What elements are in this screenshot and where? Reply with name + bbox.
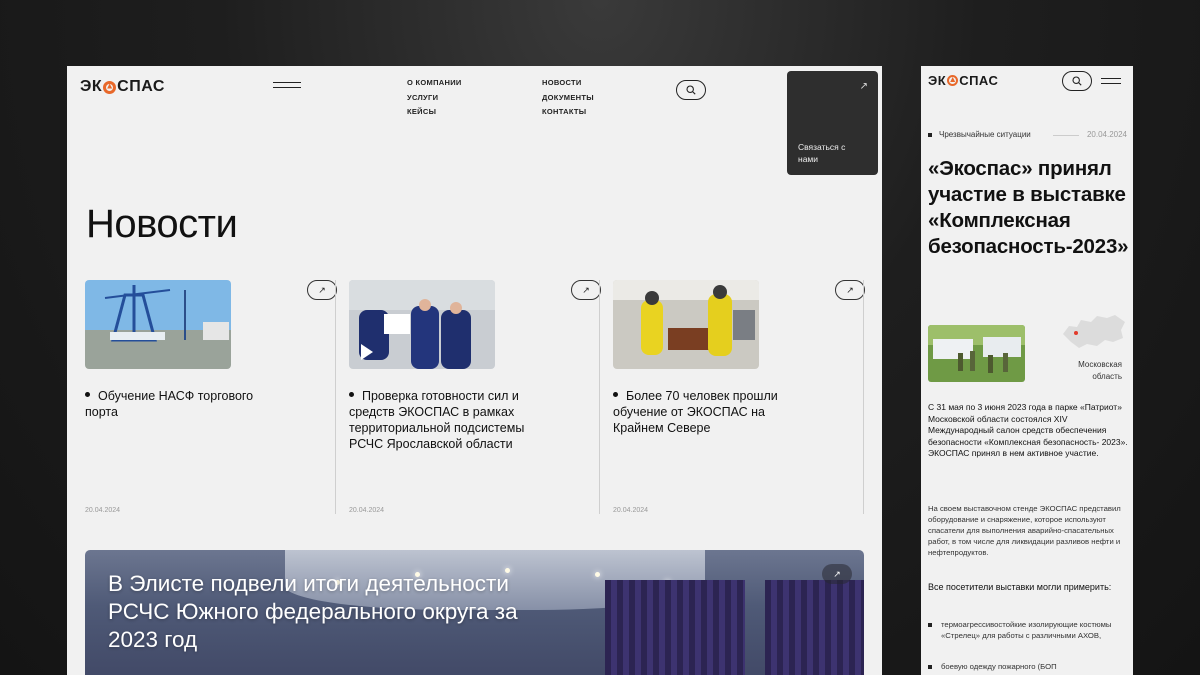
- arrow-up-right-icon: ↗: [859, 81, 868, 92]
- open-news-button[interactable]: ↗: [835, 280, 865, 300]
- open-news-button[interactable]: ↗: [307, 280, 337, 300]
- nav-column-2: НОВОСТИ ДОКУМЕНТЫ КОНТАКТЫ: [542, 76, 594, 120]
- open-featured-news-button[interactable]: ↗: [822, 564, 852, 584]
- nav-link-company[interactable]: О КОМПАНИИ: [407, 76, 462, 91]
- news-card-date: 20.04.2024: [85, 507, 121, 514]
- russia-map-icon: [1061, 312, 1127, 352]
- logo-text-prefix: ЭК: [928, 73, 947, 88]
- bullet-icon: [349, 392, 354, 398]
- nav-link-contacts[interactable]: КОНТАКТЫ: [542, 105, 594, 120]
- news-date: 20.04.2024: [1086, 130, 1127, 139]
- contact-us-label: Связаться с нами: [798, 142, 846, 164]
- news-card-title[interactable]: Проверка готовности сил и средств ЭКОСПА…: [349, 388, 539, 452]
- bullet-icon: [85, 392, 90, 398]
- logo-text-prefix: ЭК: [80, 78, 103, 95]
- card-divider: [863, 280, 864, 514]
- bullet-icon: [613, 392, 618, 398]
- contact-us-button[interactable]: ↗ Связаться с нами: [787, 71, 878, 175]
- news-card-image[interactable]: [85, 280, 231, 369]
- logo[interactable]: ЭК СПАС: [80, 78, 165, 96]
- page-title: Новости: [86, 202, 238, 246]
- nav-link-news[interactable]: НОВОСТИ: [542, 76, 594, 91]
- arrow-up-right-icon: ↗: [833, 568, 841, 579]
- logo-mark-icon: [103, 80, 117, 94]
- news-card-image[interactable]: [349, 280, 495, 369]
- menu-burger-icon[interactable]: [1101, 76, 1121, 86]
- featured-news-title[interactable]: В Элисте подвели итоги деятельности РСЧС…: [108, 570, 568, 654]
- search-button[interactable]: [676, 80, 706, 100]
- news-card-date: 20.04.2024: [349, 507, 385, 514]
- article-lead: С 31 мая по 3 июня 2023 года в парке «Па…: [928, 402, 1128, 459]
- search-icon: [686, 85, 696, 95]
- logo-mark-icon: [947, 75, 959, 86]
- nav-column-1: О КОМПАНИИ УСЛУГИ КЕЙСЫ: [407, 76, 462, 120]
- card-divider: [599, 280, 600, 514]
- news-card-date: 20.04.2024: [613, 507, 649, 514]
- nav-link-cases[interactable]: КЕЙСЫ: [407, 105, 462, 120]
- logo-text-suffix: СПАС: [959, 73, 999, 88]
- list-item: термоагрессивостойкие изолирующие костюм…: [928, 619, 1128, 641]
- card-divider: [335, 280, 336, 514]
- featured-news-banner[interactable]: В Элисте подвели итоги деятельности РСЧС…: [85, 550, 864, 675]
- logo[interactable]: ЭК СПАС: [928, 73, 998, 88]
- search-icon: [1072, 76, 1082, 86]
- news-card-image[interactable]: [613, 280, 759, 369]
- desktop-page: ЭК СПАС О КОМПАНИИ УСЛУГИ КЕЙСЫ НОВОСТИ Д…: [67, 66, 882, 675]
- mobile-page: ЭК СПАС Чрезвычайные ситуации 20.04.2024 …: [921, 66, 1133, 675]
- logo-text-suffix: СПАС: [117, 78, 165, 95]
- news-card-title[interactable]: Обучение НАСФ торгового порта: [85, 388, 275, 420]
- region-label: Московская область: [1078, 360, 1122, 381]
- article-paragraph: На своем выставочном стенде ЭКОСПАС пред…: [928, 504, 1121, 557]
- article-subheading: Все посетители выставки могли примерить:: [928, 582, 1112, 592]
- menu-burger-icon[interactable]: [273, 80, 301, 90]
- category-divider: [1053, 135, 1079, 136]
- search-button[interactable]: [1062, 71, 1092, 91]
- arrow-up-right-icon: ↗: [846, 284, 854, 295]
- open-news-button[interactable]: ↗: [571, 280, 601, 300]
- news-card[interactable]: ↗ Более 70 человек прошли обучение от ЭК…: [613, 280, 877, 514]
- list-item: боевую одежду пожарного (БОП: [928, 661, 1128, 672]
- news-card[interactable]: ↗ Обучение НАСФ торгового порта 20.04.20…: [85, 280, 349, 514]
- news-card[interactable]: ↗ Проверка готовности сил и средств ЭКОС…: [349, 280, 613, 514]
- news-category[interactable]: Чрезвычайные ситуации: [928, 130, 1031, 139]
- nav-link-documents[interactable]: ДОКУМЕНТЫ: [542, 91, 594, 106]
- article-title: «Экоспас» принял участие в выставке «Ком…: [928, 157, 1129, 258]
- arrow-up-right-icon: ↗: [582, 284, 590, 295]
- news-card-title[interactable]: Более 70 человек прошли обучение от ЭКОС…: [613, 388, 803, 436]
- article-image[interactable]: [928, 325, 1025, 382]
- arrow-up-right-icon: ↗: [318, 284, 326, 295]
- nav-link-services[interactable]: УСЛУГИ: [407, 91, 462, 106]
